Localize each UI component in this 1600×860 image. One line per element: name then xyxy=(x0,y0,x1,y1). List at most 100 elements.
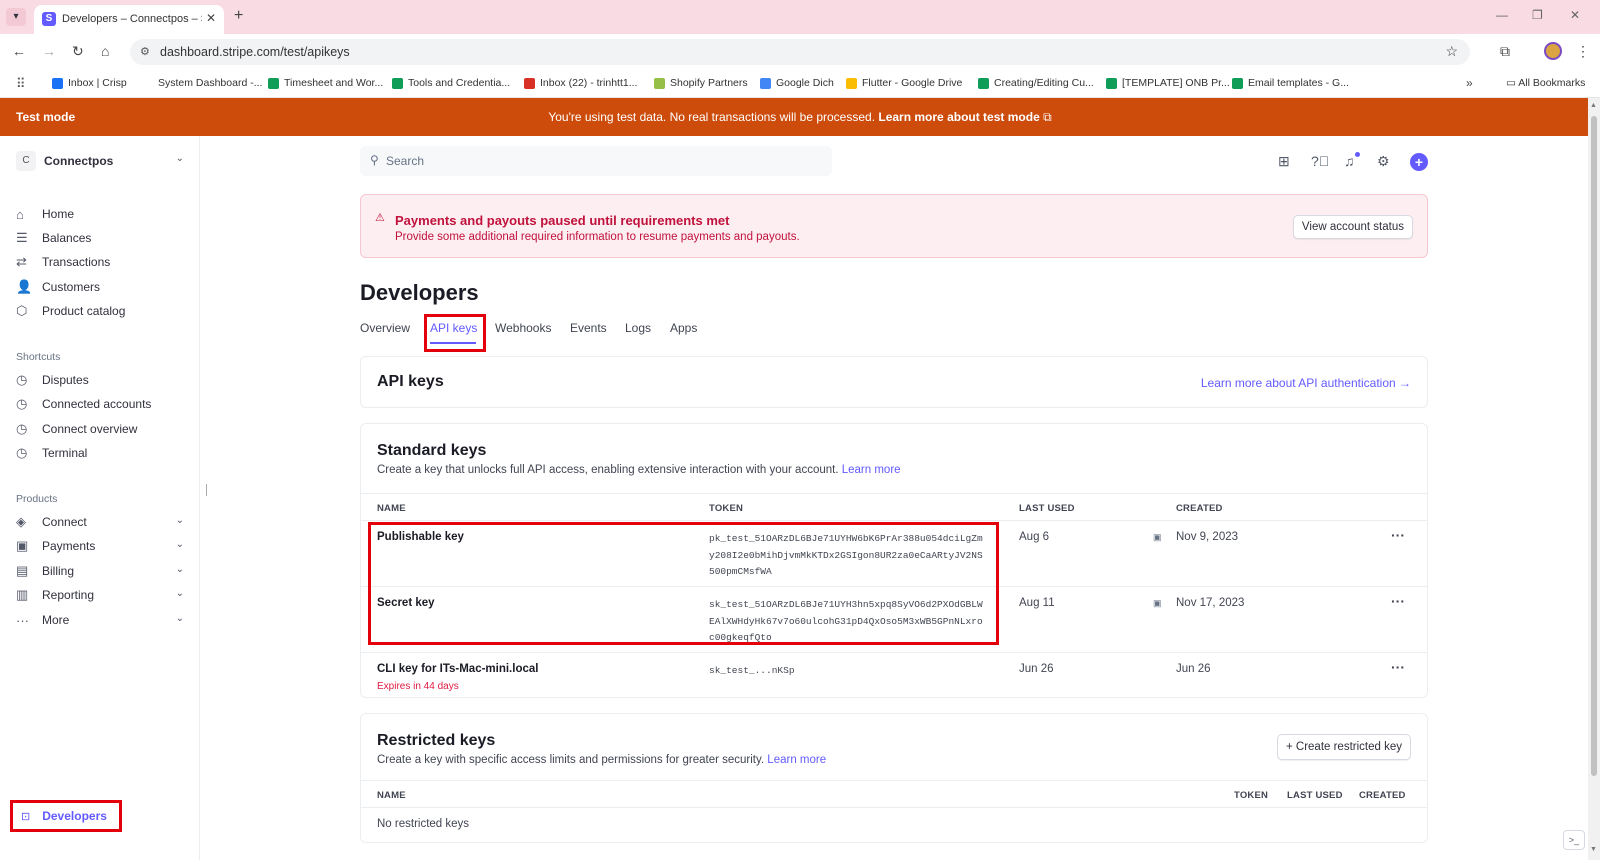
search-icon: ⚲ xyxy=(370,153,379,167)
more-actions-icon[interactable]: ··· xyxy=(1391,527,1405,543)
settings-gear-icon[interactable]: ⚙ xyxy=(1377,153,1390,170)
bookmark-favicon-icon xyxy=(142,77,153,89)
tab-events[interactable]: Events xyxy=(570,321,607,335)
sidebar-item-disputes[interactable]: ◷ Disputes xyxy=(16,370,184,390)
search-input[interactable]: ⚲ Search xyxy=(360,146,832,176)
sidebar-item-reporting[interactable]: ▥ Reporting ⌄ xyxy=(16,585,184,605)
scroll-up-icon[interactable]: ▲ xyxy=(1590,102,1597,109)
browser-menu-icon[interactable]: ⋮ xyxy=(1576,43,1590,60)
balances-icon: ☰ xyxy=(16,230,28,245)
sidebar-item-transactions[interactable]: ⇄ Transactions xyxy=(16,252,184,272)
bookmark-item[interactable]: Timesheet and Wor... xyxy=(268,77,383,89)
column-header-token: TOKEN xyxy=(1234,790,1269,801)
standard-keys-learn-more-link[interactable]: Learn more xyxy=(842,464,901,476)
forward-icon[interactable]: → xyxy=(42,43,56,59)
bookmark-star-icon[interactable]: ☆ xyxy=(1445,43,1458,60)
view-account-status-button[interactable]: View account status xyxy=(1292,215,1413,239)
bookmark-favicon-icon xyxy=(1106,77,1117,89)
bookmark-item[interactable]: Creating/Editing Cu... xyxy=(978,77,1094,89)
sidebar-item-connect[interactable]: ◈ Connect ⌄ xyxy=(16,512,184,532)
sidebar-item-home[interactable]: ⌂ Home xyxy=(16,204,184,224)
reporting-chart-icon: ▥ xyxy=(16,587,29,602)
table-row[interactable]: CLI key for ITs-Mac-mini.local Expires i… xyxy=(361,653,1427,697)
apps-icon[interactable]: ⊞ xyxy=(1278,153,1290,170)
bookmark-item[interactable]: Email templates - G... xyxy=(1232,77,1349,89)
bookmark-item[interactable]: Flutter - Google Drive xyxy=(846,77,962,89)
url-omnibox[interactable]: ⚙ dashboard.stripe.com/test/apikeys ☆ xyxy=(130,39,1470,65)
sidebar-item-customers[interactable]: 👤 Customers xyxy=(16,277,184,297)
tab-overview[interactable]: Overview xyxy=(360,321,410,335)
create-plus-icon[interactable]: + xyxy=(1410,153,1428,171)
bookmark-label: Google Dich xyxy=(776,77,834,89)
page-scrollbar[interactable]: ▲ ▼ xyxy=(1588,98,1600,860)
tab-close-icon[interactable]: ✕ xyxy=(206,11,216,25)
sidebar-item-label: Connected accounts xyxy=(42,397,152,411)
account-switcher[interactable]: C Connectpos ⌄ xyxy=(16,151,184,171)
info-icon[interactable]: ▣ xyxy=(1153,598,1162,609)
shell-terminal-icon[interactable]: >_ xyxy=(1563,830,1585,850)
bookmark-item[interactable]: System Dashboard -... xyxy=(142,77,262,89)
site-info-icon[interactable]: ⚙ xyxy=(140,45,150,58)
browser-tab-active[interactable]: S Developers – Connectpos – Stri ✕ xyxy=(34,5,224,34)
sidebar-item-label: Disputes xyxy=(42,373,89,387)
notifications-bell-icon[interactable]: ♫ xyxy=(1344,153,1355,169)
close-window-icon[interactable]: ✕ xyxy=(1570,8,1580,22)
sidebar-item-connected-accounts[interactable]: ◷ Connected accounts xyxy=(16,394,184,414)
bookmark-item[interactable]: Tools and Credentia... xyxy=(392,77,510,89)
home-browser-icon[interactable]: ⌂ xyxy=(101,43,109,59)
bookmark-item[interactable]: Inbox | Crisp xyxy=(52,77,127,89)
minimize-icon[interactable]: — xyxy=(1496,8,1508,22)
sidebar-item-balances[interactable]: ☰ Balances xyxy=(16,228,184,248)
extensions-icon[interactable]: ⧉ xyxy=(1500,43,1510,60)
profile-avatar[interactable] xyxy=(1544,42,1562,60)
new-tab-icon[interactable]: + xyxy=(234,7,243,25)
more-actions-icon[interactable]: ··· xyxy=(1391,593,1405,609)
external-link-icon: ⧉ xyxy=(1043,110,1052,124)
scroll-down-icon[interactable]: ▼ xyxy=(1590,846,1597,853)
test-mode-learn-more-link[interactable]: Learn more about test mode xyxy=(878,110,1039,124)
bookmarks-overflow-icon[interactable]: » xyxy=(1466,76,1473,90)
sidebar-item-developers[interactable]: ⊡ Developers xyxy=(10,800,122,832)
sidebar-item-product-catalog[interactable]: ⬡ Product catalog xyxy=(16,301,184,321)
api-authentication-link[interactable]: Learn more about API authentication → xyxy=(1201,376,1411,390)
column-header-last-used: LAST USED xyxy=(1287,790,1343,801)
bookmark-item[interactable]: Inbox (22) - trinhtt1... xyxy=(524,77,637,89)
back-icon[interactable]: ← xyxy=(12,43,26,59)
info-icon[interactable]: ▣ xyxy=(1153,532,1162,543)
create-restricted-key-button[interactable]: + Create restricted key xyxy=(1276,734,1411,760)
restricted-keys-heading: Restricted keys xyxy=(377,732,496,749)
tab-logs[interactable]: Logs xyxy=(625,321,651,335)
apps-grid-icon[interactable]: ⠿ xyxy=(16,76,26,92)
bookmark-item[interactable]: [TEMPLATE] ONB Pr... xyxy=(1106,77,1230,89)
bookmark-favicon-icon xyxy=(524,77,535,89)
more-actions-icon[interactable]: ··· xyxy=(1391,659,1405,675)
bookmark-favicon-icon xyxy=(52,77,63,89)
restricted-keys-learn-more-link[interactable]: Learn more xyxy=(767,754,826,766)
bookmark-item[interactable]: Google Dich xyxy=(760,77,834,89)
restore-icon[interactable]: ❐ xyxy=(1532,8,1543,22)
sidebar-item-label: Payments xyxy=(42,539,96,553)
column-header-name: NAME xyxy=(377,503,406,514)
bookmark-favicon-icon xyxy=(760,77,771,89)
key-token[interactable]: sk_test_...nKSp xyxy=(709,663,984,680)
sidebar-item-terminal[interactable]: ◷ Terminal xyxy=(16,443,184,463)
test-mode-text: You're using test data. No real transact… xyxy=(548,110,876,124)
scroll-thumb[interactable] xyxy=(1591,116,1597,776)
sidebar-item-connect-overview[interactable]: ◷ Connect overview xyxy=(16,419,184,439)
sidebar-item-payments[interactable]: ▣ Payments ⌄ xyxy=(16,536,184,556)
tab-apps[interactable]: Apps xyxy=(670,321,697,335)
chevron-down-icon: ⌄ xyxy=(175,613,184,624)
bookmark-item[interactable]: Shopify Partners xyxy=(654,77,748,89)
bookmark-label: [TEMPLATE] ONB Pr... xyxy=(1122,77,1230,89)
all-bookmarks-link[interactable]: ▭ All Bookmarks xyxy=(1506,77,1585,89)
sidebar-item-more[interactable]: ··· More ⌄ xyxy=(16,610,184,630)
url-text: dashboard.stripe.com/test/apikeys xyxy=(160,45,350,59)
highlight-box-keys xyxy=(368,522,999,645)
tab-webhooks[interactable]: Webhooks xyxy=(495,321,551,335)
key-last-used: Jun 26 xyxy=(1019,663,1054,675)
sidebar-item-billing[interactable]: ▤ Billing ⌄ xyxy=(16,561,184,581)
tab-search-dropdown-icon[interactable]: ▾ xyxy=(6,8,26,26)
reload-icon[interactable]: ↻ xyxy=(72,43,84,60)
sidebar-resize-handle[interactable] xyxy=(206,484,207,496)
help-icon[interactable]: ?⃝ xyxy=(1311,153,1329,169)
